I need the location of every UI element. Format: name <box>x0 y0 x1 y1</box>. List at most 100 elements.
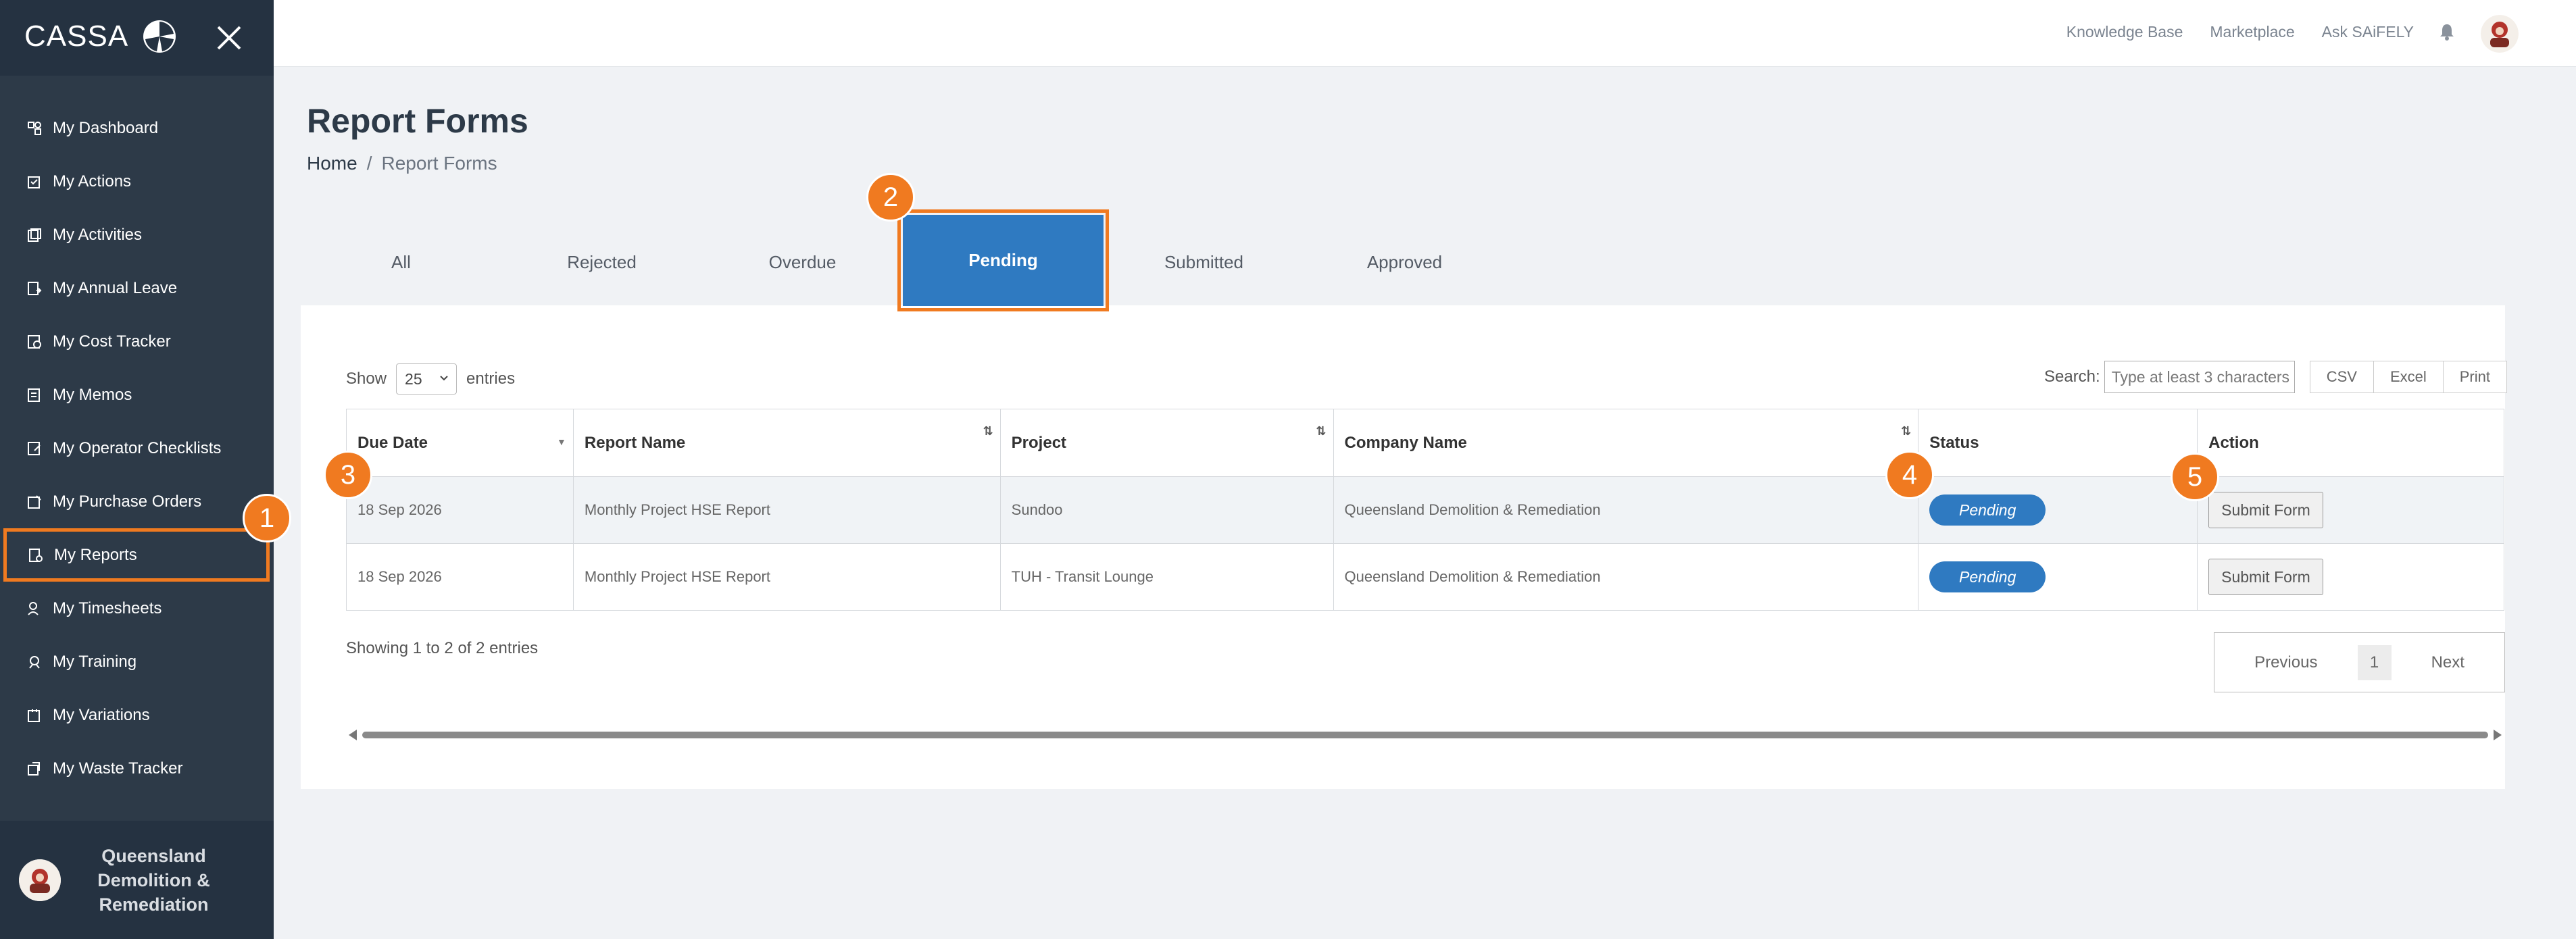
entries-control: Show 25 entries <box>346 363 515 395</box>
action-cell: Submit Form <box>2197 543 2504 611</box>
scroll-right-icon[interactable] <box>2494 730 2502 740</box>
close-icon[interactable] <box>214 23 244 53</box>
chevron-down-icon <box>440 376 448 381</box>
report-name-cell: Monthly Project HSE Report <box>572 543 1001 611</box>
memos-icon <box>28 388 40 402</box>
sidebar-item-waste-tracker[interactable]: My Waste Tracker <box>0 742 274 795</box>
tab-approved[interactable]: Approved <box>1304 215 1505 309</box>
sidebar-item-label: My Dashboard <box>53 118 159 137</box>
step-marker-3: 3 <box>324 451 372 499</box>
company-name: Queensland Demolition & Remediation <box>97 845 210 915</box>
project-cell: TUH - Transit Lounge <box>999 543 1334 611</box>
scrollbar-thumb[interactable] <box>362 732 2488 738</box>
export-buttons: CSV Excel Print <box>2309 361 2507 393</box>
status-tabs: All Rejected Overdue Pending Submitted A… <box>301 209 1505 311</box>
sidebar-item-label: My Activities <box>53 225 143 244</box>
company-cell: Queensland Demolition & Remediation <box>1333 543 1919 611</box>
column-header-company-name[interactable]: Company Name ⇅ <box>1333 409 1919 477</box>
sidebar-item-operator-checklists[interactable]: My Operator Checklists <box>0 422 274 475</box>
sidebar-item-cost-tracker[interactable]: My Cost Tracker <box>0 315 274 368</box>
reports-icon <box>29 548 43 562</box>
next-button[interactable]: Next <box>2431 653 2464 672</box>
sidebar-item-actions[interactable]: My Actions <box>0 155 274 208</box>
sidebar-item-label: My Actions <box>53 172 132 191</box>
sidebar-item-label: My Variations <box>53 705 150 724</box>
column-header-project[interactable]: Project ⇅ <box>999 409 1334 477</box>
activities-icon <box>28 228 41 242</box>
status-badge: Pending <box>1929 494 2046 526</box>
report-name-cell: Monthly Project HSE Report <box>572 476 1001 544</box>
page-title: Report Forms <box>307 102 528 140</box>
company-panel[interactable]: Queensland Demolition & Remediation <box>0 821 274 939</box>
sidebar-item-activities[interactable]: My Activities <box>0 208 274 261</box>
sidebar-item-memos[interactable]: My Memos <box>0 368 274 422</box>
timesheets-icon <box>28 601 39 615</box>
column-header-status: Status <box>1918 409 2198 477</box>
tab-overdue[interactable]: Overdue <box>702 215 903 309</box>
sidebar-item-variations[interactable]: My Variations <box>0 688 274 742</box>
knowledge-base-link[interactable]: Knowledge Base <box>2066 23 2183 41</box>
submit-form-button[interactable]: Submit Form <box>2208 492 2323 528</box>
entries-select[interactable]: 25 <box>396 363 457 395</box>
search-input[interactable] <box>2104 361 2295 393</box>
sidebar-item-label: My Timesheets <box>53 599 162 617</box>
marketplace-link[interactable]: Marketplace <box>2210 23 2294 41</box>
sort-down-icon: ▼ <box>557 436 566 447</box>
tab-rejected[interactable]: Rejected <box>501 215 702 309</box>
sidebar-header: CASSA <box>0 0 274 76</box>
user-avatar[interactable] <box>2481 15 2519 53</box>
sidebar-item-timesheets[interactable]: My Timesheets <box>0 582 274 635</box>
due-date-cell: 18 Sep 2026 <box>346 476 574 544</box>
step-marker-5: 5 <box>2171 453 2219 501</box>
sidebar-item-training[interactable]: My Training <box>0 635 274 688</box>
sidebar-item-label: My Training <box>53 652 137 671</box>
sidebar-item-label: My Waste Tracker <box>53 759 183 778</box>
status-cell: Pending <box>1918 476 2198 544</box>
sidebar-item-purchase-orders[interactable]: My Purchase Orders <box>0 475 274 528</box>
breadcrumb: Home / Report Forms <box>307 153 497 174</box>
previous-button[interactable]: Previous <box>2254 653 2317 672</box>
scroll-left-icon[interactable] <box>349 730 357 740</box>
excel-button[interactable]: Excel <box>2373 361 2444 392</box>
step-marker-4: 4 <box>1885 451 1934 499</box>
tab-submitted[interactable]: Submitted <box>1104 215 1304 309</box>
sort-icon: ⇅ <box>1316 424 1327 438</box>
logo: CASSA <box>24 19 177 54</box>
submit-form-button[interactable]: Submit Form <box>2208 559 2323 595</box>
dashboard-icon <box>28 121 41 135</box>
sidebar-item-annual-leave[interactable]: My Annual Leave <box>0 261 274 315</box>
print-button[interactable]: Print <box>2443 361 2506 392</box>
table-info: Showing 1 to 2 of 2 entries <box>346 639 539 657</box>
pagination: Previous 1 Next <box>2214 632 2505 692</box>
column-header-due-date[interactable]: Due Date ▼ <box>346 409 574 477</box>
ask-saifely-link[interactable]: Ask SAiFELY <box>2322 23 2414 41</box>
project-cell: Sundoo <box>999 476 1334 544</box>
leave-icon <box>28 281 42 295</box>
step-marker-2: 2 <box>866 173 915 222</box>
entries-label: entries <box>466 370 516 388</box>
top-links: Knowledge Base Marketplace Ask SAiFELY <box>2066 23 2414 41</box>
sidebar-item-reports[interactable]: My Reports <box>3 528 270 582</box>
topbar: Knowledge Base Marketplace Ask SAiFELY <box>274 0 2576 67</box>
waste-icon <box>28 761 40 776</box>
logo-text: CASSA <box>24 20 129 53</box>
bell-icon[interactable] <box>2439 23 2454 41</box>
sort-icon: ⇅ <box>1901 424 1912 438</box>
breadcrumb-separator: / <box>366 153 372 174</box>
column-header-report-name[interactable]: Report Name ⇅ <box>572 409 1001 477</box>
tab-pending[interactable]: Pending <box>897 209 1109 311</box>
company-avatar <box>19 859 61 901</box>
checklist-icon <box>28 441 41 455</box>
variations-icon <box>28 709 40 722</box>
horizontal-scrollbar[interactable] <box>346 728 2504 742</box>
search-label: Search: <box>2044 367 2100 386</box>
logo-icon <box>143 20 176 53</box>
entries-value: 25 <box>405 370 422 388</box>
page-number-button[interactable]: 1 <box>2357 644 2392 680</box>
breadcrumb-home[interactable]: Home <box>307 153 357 174</box>
sidebar-item-dashboard[interactable]: My Dashboard <box>0 101 274 155</box>
tab-all[interactable]: All <box>301 215 501 309</box>
action-cell: Submit Form <box>2197 476 2504 544</box>
csv-button[interactable]: CSV <box>2310 361 2374 392</box>
sidebar-item-label: My Reports <box>54 545 137 564</box>
